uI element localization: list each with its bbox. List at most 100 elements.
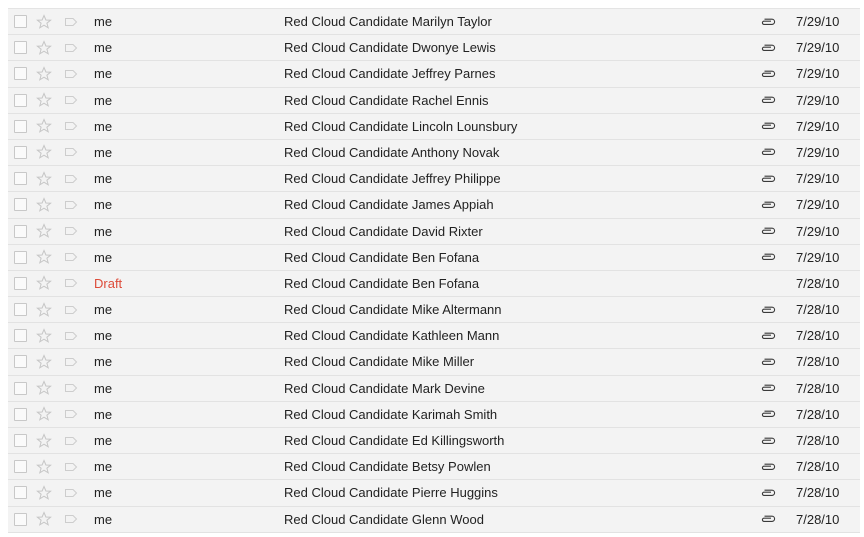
label-tag-icon[interactable] (64, 507, 78, 532)
subject-line[interactable]: Red Cloud Candidate Glenn Wood (284, 507, 484, 532)
label-tag-icon[interactable] (64, 114, 78, 139)
star-icon[interactable] (36, 271, 52, 296)
select-checkbox[interactable] (14, 192, 27, 217)
label-tag-icon[interactable] (64, 245, 78, 270)
select-checkbox[interactable] (14, 61, 27, 86)
checkbox-icon[interactable] (14, 67, 27, 81)
star-icon[interactable] (36, 61, 52, 86)
select-checkbox[interactable] (14, 402, 27, 427)
subject-line[interactable]: Red Cloud Candidate Jeffrey Philippe (284, 166, 501, 191)
checkbox-icon[interactable] (14, 119, 27, 133)
select-checkbox[interactable] (14, 245, 27, 270)
subject-line[interactable]: Red Cloud Candidate Jeffrey Parnes (284, 61, 496, 86)
label-tag-icon[interactable] (64, 454, 78, 479)
message-row[interactable]: me Red Cloud Candidate Jeffrey Parnes 7/… (8, 61, 860, 88)
subject-line[interactable]: Red Cloud Candidate Kathleen Mann (284, 323, 499, 348)
subject-line[interactable]: Red Cloud Candidate Mike Miller (284, 349, 474, 374)
label-tag-icon[interactable] (64, 88, 78, 113)
select-checkbox[interactable] (14, 323, 27, 348)
subject-line[interactable]: Red Cloud Candidate Mike Altermann (284, 297, 502, 322)
star-icon[interactable] (36, 88, 52, 113)
message-row[interactable]: me Red Cloud Candidate Lincoln Lounsbury… (8, 113, 860, 140)
select-checkbox[interactable] (14, 349, 27, 374)
select-checkbox[interactable] (14, 454, 27, 479)
select-checkbox[interactable] (14, 35, 27, 60)
message-row[interactable]: me Red Cloud Candidate Anthony Novak 7/2… (8, 139, 860, 167)
checkbox-icon[interactable] (14, 145, 27, 159)
checkbox-icon[interactable] (14, 172, 27, 186)
subject-line[interactable]: Red Cloud Candidate Lincoln Lounsbury (284, 114, 517, 139)
checkbox-icon[interactable] (14, 224, 27, 238)
star-icon[interactable] (36, 166, 52, 191)
subject-line[interactable]: Red Cloud Candidate Rachel Ennis (284, 88, 489, 113)
subject-line[interactable]: Red Cloud Candidate Ben Fofana (284, 245, 479, 270)
message-row[interactable]: me Red Cloud Candidate Jeffrey Philippe … (8, 166, 860, 193)
message-row[interactable]: me Red Cloud Candidate Glenn Wood 7/28/1… (8, 506, 860, 533)
select-checkbox[interactable] (14, 480, 27, 505)
subject-line[interactable]: Red Cloud Candidate Marilyn Taylor (284, 9, 492, 34)
message-row[interactable]: me Red Cloud Candidate Rachel Ennis 7/29… (8, 87, 860, 114)
select-checkbox[interactable] (14, 376, 27, 401)
star-icon[interactable] (36, 323, 52, 348)
message-row[interactable]: me Red Cloud Candidate Betsy Powlen 7/28… (8, 454, 860, 481)
label-tag-icon[interactable] (64, 9, 78, 34)
subject-line[interactable]: Red Cloud Candidate Ed Killingsworth (284, 428, 504, 453)
select-checkbox[interactable] (14, 114, 27, 139)
checkbox-icon[interactable] (14, 381, 27, 395)
subject-line[interactable]: Red Cloud Candidate Mark Devine (284, 376, 485, 401)
star-icon[interactable] (36, 114, 52, 139)
select-checkbox[interactable] (14, 219, 27, 244)
message-row[interactable]: me Red Cloud Candidate Dwonye Lewis 7/29… (8, 35, 860, 62)
select-checkbox[interactable] (14, 297, 27, 322)
checkbox-icon[interactable] (14, 407, 27, 421)
star-icon[interactable] (36, 219, 52, 244)
checkbox-icon[interactable] (14, 355, 27, 369)
label-tag-icon[interactable] (64, 480, 78, 505)
message-row[interactable]: me Red Cloud Candidate Mike Altermann 7/… (8, 297, 860, 324)
subject-line[interactable]: Red Cloud Candidate Dwonye Lewis (284, 35, 496, 60)
message-row[interactable]: me Red Cloud Candidate Pierre Huggins 7/… (8, 480, 860, 507)
checkbox-icon[interactable] (14, 41, 27, 55)
label-tag-icon[interactable] (64, 140, 78, 165)
star-icon[interactable] (36, 140, 52, 165)
message-row[interactable]: me Red Cloud Candidate Mike Miller 7/28/… (8, 349, 860, 376)
label-tag-icon[interactable] (64, 35, 78, 60)
select-checkbox[interactable] (14, 140, 27, 165)
checkbox-icon[interactable] (14, 93, 27, 107)
label-tag-icon[interactable] (64, 61, 78, 86)
label-tag-icon[interactable] (64, 271, 78, 296)
select-checkbox[interactable] (14, 166, 27, 191)
star-icon[interactable] (36, 428, 52, 453)
checkbox-icon[interactable] (14, 15, 27, 28)
label-tag-icon[interactable] (64, 349, 78, 374)
star-icon[interactable] (36, 454, 52, 479)
label-tag-icon[interactable] (64, 402, 78, 427)
star-icon[interactable] (36, 349, 52, 374)
subject-line[interactable]: Red Cloud Candidate David Rixter (284, 219, 483, 244)
checkbox-icon[interactable] (14, 434, 27, 447)
subject-line[interactable]: Red Cloud Candidate Betsy Powlen (284, 454, 491, 479)
star-icon[interactable] (36, 245, 52, 270)
message-row[interactable]: me Red Cloud Candidate Ed Killingsworth … (8, 428, 860, 455)
message-row[interactable]: me Red Cloud Candidate David Rixter 7/29… (8, 218, 860, 245)
label-tag-icon[interactable] (64, 428, 78, 453)
star-icon[interactable] (36, 35, 52, 60)
checkbox-icon[interactable] (14, 329, 27, 343)
message-row[interactable]: me Red Cloud Candidate Karimah Smith 7/2… (8, 401, 860, 428)
label-tag-icon[interactable] (64, 219, 78, 244)
label-tag-icon[interactable] (64, 323, 78, 348)
checkbox-icon[interactable] (14, 512, 27, 526)
select-checkbox[interactable] (14, 271, 27, 296)
message-row[interactable]: me Red Cloud Candidate Ben Fofana 7/29/1… (8, 244, 860, 271)
subject-line[interactable]: Red Cloud Candidate Pierre Huggins (284, 480, 498, 505)
star-icon[interactable] (36, 507, 52, 532)
checkbox-icon[interactable] (14, 460, 27, 474)
label-tag-icon[interactable] (64, 376, 78, 401)
message-row[interactable]: me Red Cloud Candidate Kathleen Mann 7/2… (8, 323, 860, 350)
star-icon[interactable] (36, 192, 52, 217)
checkbox-icon[interactable] (14, 303, 27, 317)
message-row[interactable]: me Red Cloud Candidate James Appiah 7/29… (8, 192, 860, 219)
checkbox-icon[interactable] (14, 198, 27, 212)
star-icon[interactable] (36, 480, 52, 505)
checkbox-icon[interactable] (14, 250, 27, 264)
